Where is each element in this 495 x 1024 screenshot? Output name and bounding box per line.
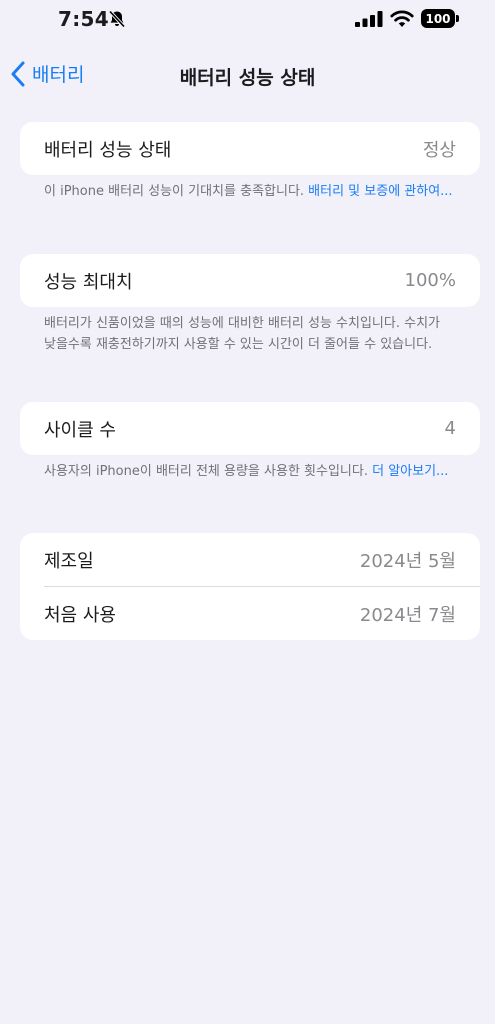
battery-health-card: 배터리 성능 상태 정상 (20, 122, 480, 175)
status-time: 7:54 (58, 7, 109, 31)
manufacture-date-value: 2024년 5월 (359, 550, 456, 572)
maximum-capacity-card: 성능 최대치 100% (20, 254, 480, 307)
battery-icon: 100 (421, 9, 461, 28)
wifi-icon (390, 10, 414, 27)
learn-more-link[interactable]: 더 알아보기... (372, 464, 448, 479)
maximum-capacity-label: 성능 최대치 (44, 271, 133, 293)
first-use-label: 처음 사용 (44, 604, 116, 626)
cycle-count-footnote: 사용자의 iPhone이 배터리 전체 용량을 사용한 횟수입니다. 더 알아보… (44, 461, 454, 482)
maximum-capacity-footnote-text: 배터리가 신품이었을 때의 성능에 대비한 배터리 성능 수치입니다. 수치가 … (44, 316, 440, 352)
battery-warranty-link[interactable]: 배터리 및 보증에 관하여... (308, 184, 452, 199)
maximum-capacity-row: 성능 최대치 100% (20, 254, 480, 307)
battery-health-label: 배터리 성능 상태 (44, 139, 172, 161)
maximum-capacity-footnote: 배터리가 신품이었을 때의 성능에 대비한 배터리 성능 수치입니다. 수치가 … (44, 313, 454, 355)
maximum-capacity-value: 100% (404, 270, 456, 291)
battery-dates-card: 제조일 2024년 5월 처음 사용 2024년 7월 (20, 533, 480, 640)
first-use-row: 처음 사용 2024년 7월 (20, 587, 480, 640)
battery-nub (456, 15, 459, 22)
battery-health-value: 정상 (422, 139, 456, 161)
cycle-count-card: 사이클 수 4 (20, 402, 480, 455)
battery-health-screen: 7:54 100 배터리 배터리 성능 상태 배터리 성능 상태 정상 이 iP… (0, 0, 495, 1024)
first-use-value: 2024년 7월 (359, 604, 456, 626)
battery-health-row: 배터리 성능 상태 정상 (20, 122, 480, 175)
cellular-signal-icon (355, 11, 383, 27)
battery-health-footnote: 이 iPhone 배터리 성능이 기대치를 충족합니다. 배터리 및 보증에 관… (44, 181, 454, 202)
navigation-bar: 배터리 배터리 성능 상태 (0, 54, 495, 94)
bell-slash-icon (108, 10, 126, 28)
cycle-count-row: 사이클 수 4 (20, 402, 480, 455)
cycle-count-label: 사이클 수 (44, 419, 116, 441)
battery-health-footnote-text: 이 iPhone 배터리 성능이 기대치를 충족합니다. (44, 184, 309, 199)
cycle-count-footnote-text: 사용자의 iPhone이 배터리 전체 용량을 사용한 횟수입니다. (44, 464, 373, 479)
manufacture-date-row: 제조일 2024년 5월 (20, 533, 480, 586)
manufacture-date-label: 제조일 (44, 550, 94, 572)
battery-level: 100 (421, 9, 455, 28)
page-title: 배터리 성능 상태 (179, 67, 316, 89)
status-bar: 7:54 100 (0, 0, 495, 40)
cycle-count-value: 4 (444, 418, 456, 439)
